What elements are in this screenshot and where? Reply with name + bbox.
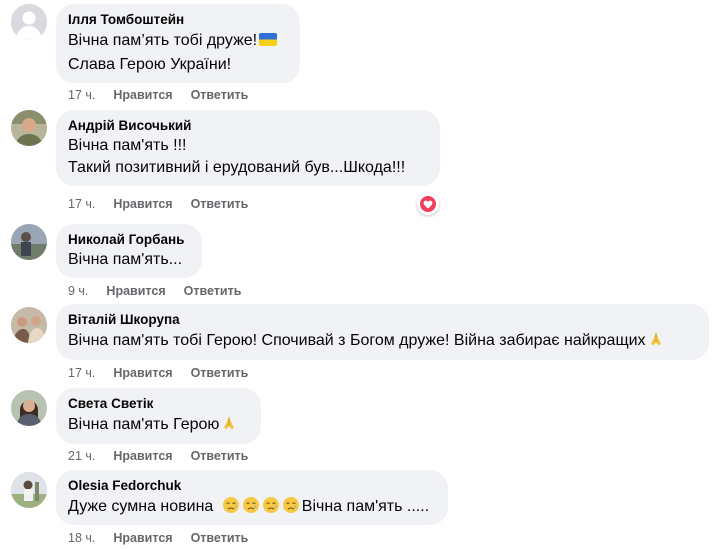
like-button[interactable]: Нравится bbox=[113, 196, 172, 212]
like-button[interactable]: Нравится bbox=[113, 365, 172, 381]
avatar[interactable] bbox=[11, 472, 47, 508]
comment-bubble: Николай Горбань Вічна пам'ять... bbox=[56, 224, 202, 278]
comment-actions: 18 ч. Нравится Ответить bbox=[68, 530, 248, 546]
comment-bubble: Ілля Томбоштейн Вічна пам’ять тобі друже… bbox=[56, 4, 300, 83]
comment-author[interactable]: Света Светік bbox=[68, 395, 249, 413]
comment-actions: 9 ч. Нравится Ответить bbox=[68, 283, 241, 299]
reply-button[interactable]: Ответить bbox=[191, 365, 249, 381]
sad-face-icon bbox=[282, 497, 299, 513]
comment-actions: 17 ч. Нравится Ответить bbox=[68, 87, 248, 103]
comment-bubble: Olesia Fedorchuk Дуже сумна новина Вічна… bbox=[56, 470, 448, 525]
love-reaction-icon[interactable] bbox=[417, 193, 439, 215]
like-button[interactable]: Нравится bbox=[106, 283, 165, 299]
ukraine-flag-icon bbox=[259, 33, 278, 46]
reply-button[interactable]: Ответить bbox=[191, 196, 249, 212]
like-button[interactable]: Нравится bbox=[113, 448, 172, 464]
comment-text: Слава Герою України! bbox=[68, 56, 232, 73]
avatar[interactable] bbox=[11, 110, 47, 146]
comment-text: Вічна пам'ять !!! bbox=[68, 137, 187, 154]
comment-timestamp[interactable]: 17 ч. bbox=[68, 365, 95, 381]
sad-face-icon bbox=[262, 497, 279, 513]
comment-bubble: Андрій Височький Вічна пам'ять !!! Такий… bbox=[56, 110, 440, 186]
avatar[interactable] bbox=[11, 224, 47, 260]
sad-face-icon bbox=[242, 497, 259, 513]
folded-hands-icon bbox=[650, 332, 661, 346]
comment-text: Вічна пам’ять тобі друже! bbox=[68, 29, 288, 53]
comment-actions: 21 ч. Нравится Ответить bbox=[68, 448, 248, 464]
comment-timestamp[interactable]: 18 ч. bbox=[68, 530, 95, 546]
comment-text: Вічна пам'ять тобі Герою! Спочивай з Бог… bbox=[68, 329, 697, 353]
avatar[interactable] bbox=[11, 4, 47, 40]
comment-bubble: Віталій Шкорупа Вічна пам'ять тобі Герою… bbox=[56, 304, 709, 360]
reply-button[interactable]: Ответить bbox=[191, 87, 249, 103]
comment-author[interactable]: Віталій Шкорупа bbox=[68, 311, 697, 329]
comment-text: Такий позитивний і ерудований був...Шкод… bbox=[68, 159, 406, 176]
comment-actions: 17 ч. Нравится Ответить bbox=[68, 196, 248, 212]
comment-text: Дуже сумна новина Вічна пам'ять ..... bbox=[68, 497, 430, 515]
comment-author[interactable]: Ілля Томбоштейн bbox=[68, 11, 288, 29]
sad-face-icon bbox=[222, 497, 239, 513]
reply-button[interactable]: Ответить bbox=[191, 530, 249, 546]
comment-actions: 17 ч. Нравится Ответить bbox=[68, 365, 248, 381]
reply-button[interactable]: Ответить bbox=[191, 448, 249, 464]
comment-timestamp[interactable]: 9 ч. bbox=[68, 283, 88, 299]
comment-timestamp[interactable]: 21 ч. bbox=[68, 448, 95, 464]
folded-hands-icon bbox=[224, 416, 235, 430]
comment-timestamp[interactable]: 17 ч. bbox=[68, 87, 95, 103]
avatar[interactable] bbox=[11, 307, 47, 343]
comment-text: Вічна пам'ять Герою bbox=[68, 413, 249, 437]
comment-author[interactable]: Николай Горбань bbox=[68, 231, 190, 249]
like-button[interactable]: Нравится bbox=[113, 530, 172, 546]
comment-timestamp[interactable]: 17 ч. bbox=[68, 196, 95, 212]
reply-button[interactable]: Ответить bbox=[184, 283, 242, 299]
comment-author[interactable]: Андрій Височький bbox=[68, 117, 428, 135]
like-button[interactable]: Нравится bbox=[113, 87, 172, 103]
comment-text: Вічна пам'ять... bbox=[68, 251, 183, 268]
comment-author[interactable]: Olesia Fedorchuk bbox=[68, 477, 436, 495]
avatar[interactable] bbox=[11, 390, 47, 426]
comment-bubble: Света Светік Вічна пам'ять Герою bbox=[56, 388, 261, 444]
